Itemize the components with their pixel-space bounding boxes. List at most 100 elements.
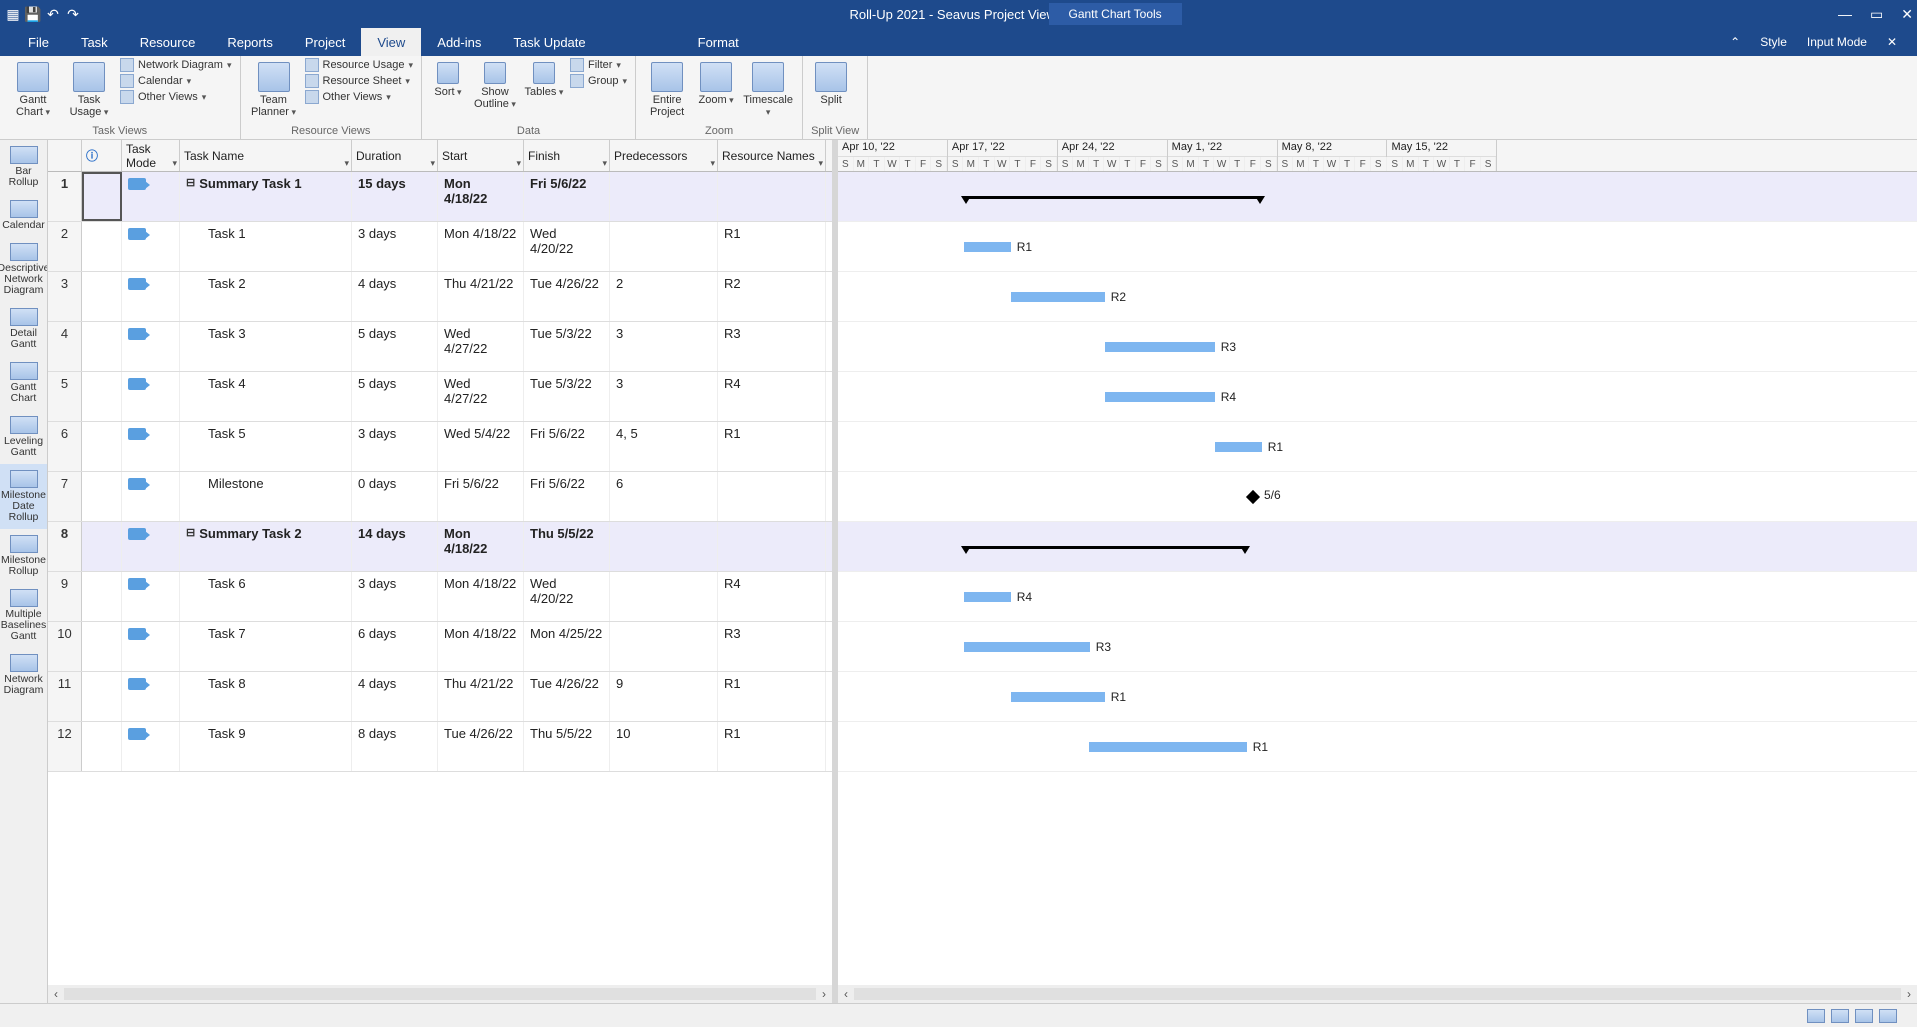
resource-usage-button[interactable]: Resource Usage — [305, 58, 413, 72]
resource-sheet-button[interactable]: Resource Sheet — [305, 74, 413, 88]
close-icon[interactable]: ✕ — [1901, 6, 1913, 23]
task-bar[interactable]: R1 — [1215, 442, 1262, 452]
sort-button[interactable]: Sort — [430, 58, 466, 98]
predecessors-cell[interactable]: 10 — [610, 722, 718, 771]
task-name-cell[interactable]: Task 2 — [180, 272, 352, 321]
zoom-button[interactable]: Zoom — [696, 58, 736, 106]
task-bar[interactable]: R1 — [1011, 692, 1105, 702]
tab-taskupdate[interactable]: Task Update — [497, 28, 601, 56]
row-number[interactable]: 2 — [48, 222, 82, 271]
chevron-down-icon[interactable]: ▾ — [430, 158, 435, 169]
predecessors-cell[interactable]: 3 — [610, 372, 718, 421]
calendar-button[interactable]: Calendar — [120, 74, 232, 88]
scroll-right-icon[interactable]: › — [1901, 987, 1917, 1001]
table-row[interactable]: 11Task 84 daysThu 4/21/22Tue 4/26/229R1 — [48, 672, 832, 722]
task-name-cell[interactable]: Task 8 — [180, 672, 352, 721]
finish-cell[interactable]: Tue 4/26/22 — [524, 672, 610, 721]
chevron-down-icon[interactable]: ▾ — [516, 158, 521, 169]
task-name-cell[interactable]: Milestone — [180, 472, 352, 521]
summary-bar[interactable] — [964, 196, 1262, 199]
resource-cell[interactable]: R3 — [718, 322, 826, 371]
duration-cell[interactable]: 4 days — [352, 672, 438, 721]
table-row[interactable]: 10Task 76 daysMon 4/18/22Mon 4/25/22R3 — [48, 622, 832, 672]
table-row[interactable]: 12Task 98 daysTue 4/26/22Thu 5/5/2210R1 — [48, 722, 832, 772]
tab-view[interactable]: View — [361, 28, 421, 56]
help-close-icon[interactable]: ✕ — [1887, 35, 1897, 49]
view-sidebar-item[interactable]: Multiple Baselines Gantt — [0, 583, 47, 648]
filter-button[interactable]: Filter — [570, 58, 627, 72]
network-diagram-button[interactable]: Network Diagram — [120, 58, 232, 72]
task-name-cell[interactable]: Task 7 — [180, 622, 352, 671]
row-number[interactable]: 10 — [48, 622, 82, 671]
task-mode-cell[interactable] — [122, 322, 180, 371]
table-row[interactable]: 4Task 35 daysWed 4/27/22Tue 5/3/223R3 — [48, 322, 832, 372]
start-cell[interactable]: Mon 4/18/22 — [438, 172, 524, 221]
split-button[interactable]: Split — [811, 58, 851, 106]
row-number[interactable]: 4 — [48, 322, 82, 371]
other-views-button[interactable]: Other Views — [120, 90, 232, 104]
team-planner-button[interactable]: Team Planner — [249, 58, 299, 118]
task-mode-cell[interactable] — [122, 172, 180, 221]
table-row[interactable]: 6Task 53 daysWed 5/4/22Fri 5/6/224, 5R1 — [48, 422, 832, 472]
resource-cell[interactable]: R1 — [718, 422, 826, 471]
row-number[interactable]: 11 — [48, 672, 82, 721]
start-cell[interactable]: Mon 4/18/22 — [438, 572, 524, 621]
finish-cell[interactable]: Mon 4/25/22 — [524, 622, 610, 671]
row-number[interactable]: 3 — [48, 272, 82, 321]
column-header[interactable]: Duration▾ — [352, 140, 438, 171]
entire-project-button[interactable]: Entire Project — [644, 58, 690, 118]
duration-cell[interactable]: 3 days — [352, 572, 438, 621]
duration-cell[interactable]: 8 days — [352, 722, 438, 771]
view-sidebar-item[interactable]: Bar Rollup — [0, 140, 47, 194]
view-sidebar-item[interactable]: Detail Gantt — [0, 302, 47, 356]
tab-format[interactable]: Format — [682, 28, 755, 56]
start-cell[interactable]: Wed 5/4/22 — [438, 422, 524, 471]
collapse-ribbon-icon[interactable]: ⌃ — [1730, 35, 1740, 49]
finish-cell[interactable]: Fri 5/6/22 — [524, 422, 610, 471]
start-cell[interactable]: Thu 4/21/22 — [438, 272, 524, 321]
undo-icon[interactable]: ↶ — [44, 5, 62, 23]
column-header[interactable]: Start▾ — [438, 140, 524, 171]
task-mode-cell[interactable] — [122, 622, 180, 671]
view-sidebar-item[interactable]: Descriptive Network Diagram — [0, 237, 47, 302]
predecessors-cell[interactable]: 3 — [610, 322, 718, 371]
predecessors-cell[interactable] — [610, 622, 718, 671]
predecessors-cell[interactable] — [610, 572, 718, 621]
predecessors-cell[interactable]: 2 — [610, 272, 718, 321]
duration-cell[interactable]: 3 days — [352, 222, 438, 271]
view-mode-3-icon[interactable] — [1855, 1009, 1873, 1023]
tab-reports[interactable]: Reports — [211, 28, 289, 56]
view-sidebar-item[interactable]: Leveling Gantt — [0, 410, 47, 464]
task-mode-cell[interactable] — [122, 572, 180, 621]
task-bar[interactable]: R1 — [964, 242, 1011, 252]
redo-icon[interactable]: ↷ — [64, 5, 82, 23]
task-usage-button[interactable]: Task Usage — [64, 58, 114, 118]
column-header[interactable]: Task Name▾ — [180, 140, 352, 171]
view-sidebar-item[interactable]: Gantt Chart — [0, 356, 47, 410]
view-sidebar-item[interactable]: Calendar — [0, 194, 47, 237]
task-name-cell[interactable]: Task 5 — [180, 422, 352, 471]
tab-task[interactable]: Task — [65, 28, 124, 56]
start-cell[interactable]: Wed 4/27/22 — [438, 372, 524, 421]
resource-cell[interactable]: R1 — [718, 222, 826, 271]
finish-cell[interactable]: Fri 5/6/22 — [524, 172, 610, 221]
row-number[interactable]: 1 — [48, 172, 82, 221]
resource-cell[interactable]: R3 — [718, 622, 826, 671]
finish-cell[interactable]: Fri 5/6/22 — [524, 472, 610, 521]
input-mode-link[interactable]: Input Mode — [1807, 35, 1867, 49]
chevron-down-icon[interactable]: ▾ — [818, 158, 823, 169]
scroll-left-icon[interactable]: ‹ — [48, 987, 64, 1001]
gantt-chart-button[interactable]: Gantt Chart — [8, 58, 58, 118]
duration-cell[interactable]: 4 days — [352, 272, 438, 321]
duration-cell[interactable]: 5 days — [352, 372, 438, 421]
finish-cell[interactable]: Thu 5/5/22 — [524, 722, 610, 771]
duration-cell[interactable]: 0 days — [352, 472, 438, 521]
table-hscroll[interactable]: ‹ › — [48, 985, 832, 1003]
chevron-down-icon[interactable]: ▾ — [172, 158, 177, 169]
start-cell[interactable]: Tue 4/26/22 — [438, 722, 524, 771]
table-row[interactable]: 1Summary Task 115 daysMon 4/18/22Fri 5/6… — [48, 172, 832, 222]
scroll-right-icon[interactable]: › — [816, 987, 832, 1001]
table-row[interactable]: 3Task 24 daysThu 4/21/22Tue 4/26/222R2 — [48, 272, 832, 322]
chevron-down-icon[interactable]: ▾ — [344, 158, 349, 169]
start-cell[interactable]: Mon 4/18/22 — [438, 222, 524, 271]
